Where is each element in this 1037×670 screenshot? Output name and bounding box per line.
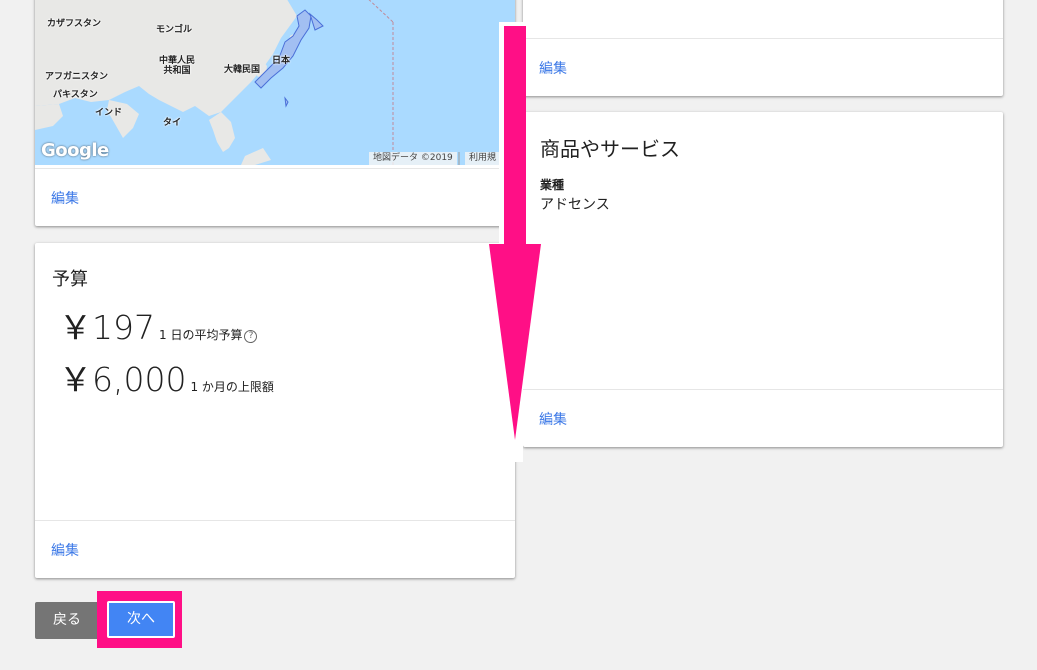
card-footer: 編集 — [35, 168, 515, 226]
map-label-korea: 大韓民国 — [224, 65, 261, 75]
top-right-card: 編集 — [523, 0, 1003, 96]
map-label-afghanistan: アフガニスタン — [45, 72, 109, 82]
map-label-mongolia: モンゴル — [156, 25, 193, 35]
map-label-china: 中華人民 共和国 — [159, 56, 196, 76]
map-label-pakistan: パキスタン — [53, 90, 98, 100]
map-label-kazakhstan: カザフスタン — [47, 19, 102, 29]
budget-card: 予算 ￥197 1 日の平均予算? ￥6,000 1 か月の上限額 編集 — [35, 243, 515, 578]
back-button[interactable]: 戻る — [35, 602, 99, 639]
map-label-japan: 日本 — [272, 56, 291, 66]
location-card: カザフスタン モンゴル 中華人民 共和国 大韓民国 日本 アフガニスタン パキス… — [35, 0, 515, 226]
daily-budget-row: ￥197 1 日の平均予算? — [59, 301, 258, 349]
map-label-thailand: タイ — [163, 118, 182, 128]
industry-value: アドセンス — [540, 197, 610, 213]
map-label-india: インド — [95, 108, 123, 118]
location-edit-link[interactable]: 編集 — [51, 188, 79, 208]
map[interactable]: カザフスタン モンゴル 中華人民 共和国 大韓民国 日本 アフガニスタン パキス… — [35, 0, 515, 165]
card-footer: 編集 — [35, 520, 515, 578]
budget-edit-link[interactable]: 編集 — [51, 540, 79, 560]
next-button[interactable]: 次へ — [107, 601, 175, 638]
map-data-attribution: 地図データ ©2019 — [369, 152, 457, 165]
budget-title: 予算 — [52, 269, 88, 290]
products-card: 商品やサービス 業種 アドセンス 編集 — [523, 112, 1003, 447]
card-footer: 編集 — [523, 38, 1003, 96]
google-logo: Google — [41, 140, 109, 161]
down-arrow-icon — [489, 26, 541, 440]
daily-budget-amount: ￥197 — [59, 308, 155, 347]
monthly-budget-label: 1 か月の上限額 — [190, 380, 274, 394]
products-title: 商品やサービス — [540, 137, 680, 161]
monthly-budget-amount: ￥6,000 — [59, 360, 187, 399]
daily-budget-label: 1 日の平均予算 — [159, 328, 243, 342]
question-circle-icon[interactable]: ? — [244, 330, 258, 343]
card-footer: 編集 — [523, 389, 1003, 447]
monthly-budget-row: ￥6,000 1 か月の上限額 — [59, 353, 274, 401]
